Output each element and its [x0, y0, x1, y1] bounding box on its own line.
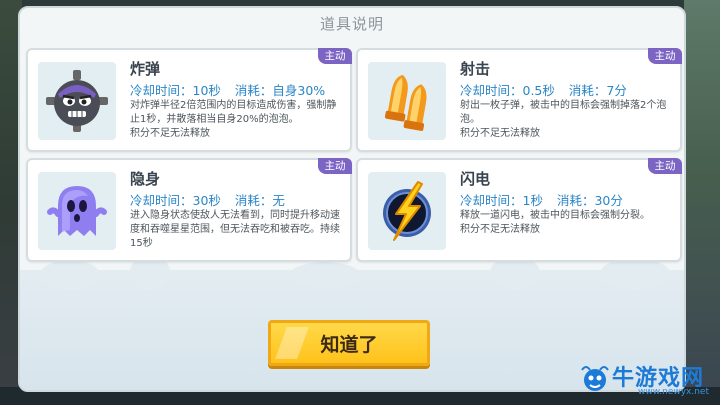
item-description: 释放一道闪电，被击中的目标会强制分裂。 积分不足无法释放 [460, 209, 676, 237]
cost-text: 消耗：无 [234, 193, 285, 208]
cooldown-text: 冷却时间：0.5秒 [460, 83, 555, 98]
cooldown-text: 冷却时间：30秒 [130, 193, 221, 208]
bomb-icon [38, 62, 116, 140]
item-description: 射出一枚子弹，被击中的目标会强制掉落2个泡泡。 积分不足无法释放 [460, 99, 676, 141]
mascot-logo-icon [581, 366, 609, 391]
description-text: 进入隐身状态使敌人无法看到，同时提升移动速度和吞噬星星范围，但无法吞吃和被吞吃。… [130, 210, 340, 249]
description-text: 射出一枚子弹，被击中的目标会强制掉落2个泡泡。 [460, 100, 667, 125]
note-text: 积分不足无法释放 [460, 128, 540, 139]
item-stats: 冷却时间：10秒 消耗：自身30% [130, 80, 325, 99]
item-description: 进入隐身状态使敌人无法看到，同时提升移动速度和吞噬星星范围，但无法吞吃和被吞吃。… [130, 209, 346, 251]
item-card-bomb: 主动 炸弹 冷却时间：10秒 消耗：自身30% 对炸弹半径2倍范围内的目标造成伤… [26, 48, 352, 152]
item-stats: 冷却时间：0.5秒 消耗：7分 [460, 80, 627, 99]
note-text: 积分不足无法释放 [460, 224, 540, 235]
cost-text: 消耗：7分 [568, 83, 627, 98]
cost-text: 消耗：30分 [556, 193, 623, 208]
cooldown-text: 冷却时间：10秒 [130, 83, 221, 98]
item-name: 闪电 [460, 170, 491, 188]
item-name: 隐身 [130, 170, 161, 188]
item-description: 对炸弹半径2倍范围内的目标造成伤害，强制静止1秒，并散落相当自身20%的泡泡。 … [130, 99, 346, 141]
item-info-dialog: 道具说明 主动 炸弹 冷却时间：10秒 消耗：自身30% 对炸弹半径2倍范围内的… [18, 6, 686, 392]
lightning-icon [368, 172, 446, 250]
background-right [684, 0, 720, 405]
active-badge: 主动 [648, 158, 682, 174]
active-badge: 主动 [648, 48, 682, 64]
confirm-button[interactable]: 知道了 [268, 320, 430, 366]
item-name: 炸弹 [130, 60, 161, 78]
description-text: 释放一道闪电，被击中的目标会强制分裂。 [460, 210, 650, 221]
item-stats: 冷却时间：1秒 消耗：30分 [460, 190, 623, 209]
active-badge: 主动 [318, 48, 352, 64]
dialog-title: 道具说明 [319, 15, 384, 33]
watermark-url: www.newyx.net [638, 387, 710, 397]
item-card-shoot: 主动 射击 冷却时间：0.5秒 消耗：7分 射出一枚子弹，被击中的目标会强制掉落2… [356, 48, 682, 152]
cost-text: 消耗：自身30% [234, 83, 326, 98]
ghost-icon [38, 172, 116, 250]
button-shine [275, 327, 309, 359]
site-watermark: 牛游戏网 www.newyx.net [578, 356, 720, 405]
item-card-lightning: 主动 闪电 冷却时间：1秒 消耗：30分 释放一道闪电，被击中的目标会强制分裂。 … [356, 158, 682, 262]
cooldown-text: 冷却时间：1秒 [460, 193, 543, 208]
description-text: 对炸弹半径2倍范围内的目标造成伤害，强制静止1秒，并散落相当自身20%的泡泡。 [130, 100, 337, 125]
active-badge: 主动 [318, 158, 352, 174]
bullet-icon [368, 62, 446, 140]
item-card-stealth: 主动 隐身 冷却时间：30秒 消耗：无 进入隐身状态使敌人无法看到，同时提升移动速… [26, 158, 352, 262]
confirm-button-label: 知道了 [320, 333, 378, 356]
item-stats: 冷却时间：30秒 消耗：无 [130, 190, 285, 209]
item-name: 射击 [460, 60, 491, 78]
note-text: 积分不足无法释放 [130, 128, 210, 139]
